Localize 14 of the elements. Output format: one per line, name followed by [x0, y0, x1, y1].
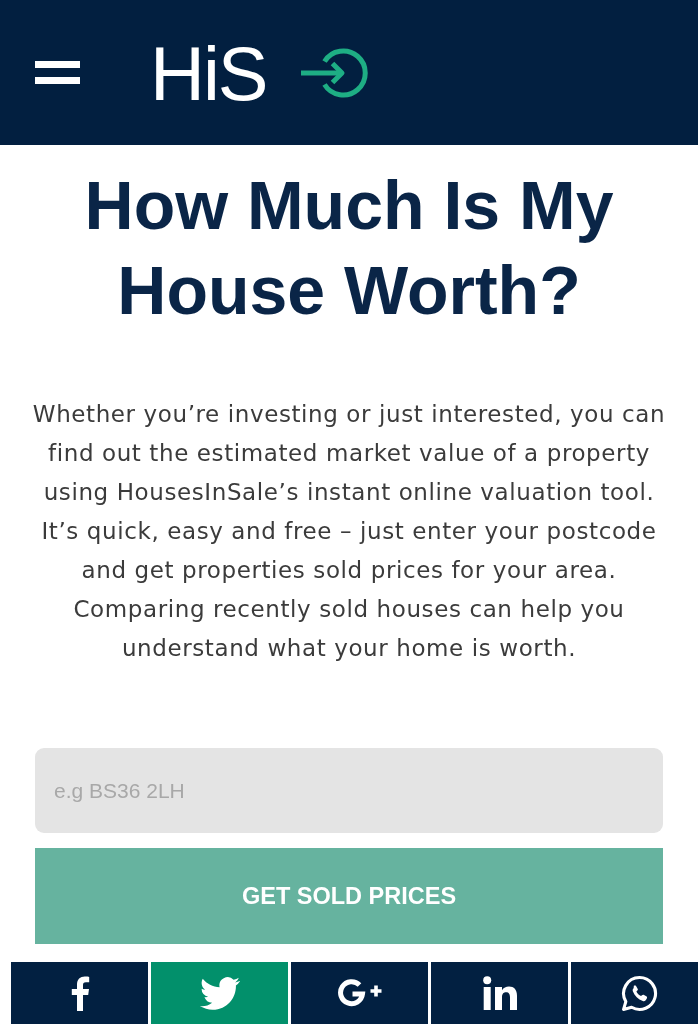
g-plus-icon: [337, 979, 382, 1007]
logo[interactable]: HiS: [150, 33, 267, 112]
page-title: How Much Is My House Worth?: [83, 166, 615, 330]
in-letters-icon: [482, 976, 517, 1010]
share-button[interactable]: [431, 962, 568, 1024]
phone-bubble-icon: [621, 974, 658, 1012]
menu-icon[interactable]: [35, 61, 80, 84]
intro-paragraph: Whether you’re investing or just interested, you can find out the estimated market value of a property using HousesInSale’s instant online valuation tool. It’s quick, easy and free – just enter your postcode and get properties sold prices for your area. Comparing recently sold houses can help you understand what your home is worth.: [31, 400, 667, 663]
postcode-input[interactable]: e.g BS36 2LH: [35, 748, 663, 833]
share-button[interactable]: [11, 962, 148, 1024]
share-button[interactable]: [291, 962, 428, 1024]
letter-f-icon: [69, 975, 90, 1011]
share-button[interactable]: [571, 962, 698, 1024]
bird-icon: [199, 976, 240, 1010]
